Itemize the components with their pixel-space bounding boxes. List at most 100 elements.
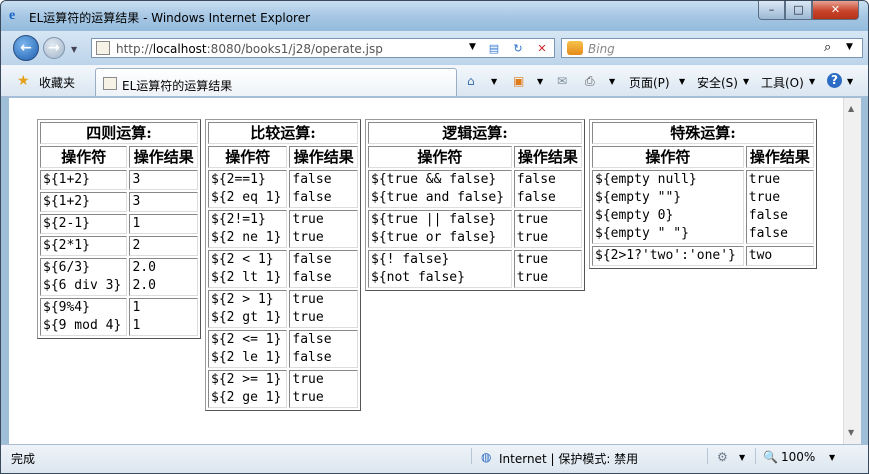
page-icon <box>96 41 110 55</box>
search-dropdown-icon[interactable]: ▼ <box>846 42 853 52</box>
result-text: true <box>292 390 324 405</box>
result-text: false <box>292 190 332 205</box>
tab-label: EL运算符的运算结果 <box>122 79 233 93</box>
table-row: ${6/3} ${6 div 3} 2.0 2.0 <box>40 258 198 296</box>
home-dropdown-icon[interactable]: ▼ <box>491 77 497 86</box>
result-text: 1 <box>132 300 141 315</box>
operator-cell: ${1+2} <box>40 170 128 190</box>
operator-cell: ${2==1} ${2 eq 1} <box>208 170 288 208</box>
zoom-dropdown-icon[interactable]: ▼ <box>829 453 835 462</box>
safety-menu[interactable]: 安全(S) <box>697 74 738 91</box>
scroll-down-icon[interactable]: ▼ <box>848 428 854 437</box>
result-text: false <box>748 208 788 223</box>
column-header-operator: 操作符 <box>208 146 288 168</box>
column-header-result: 操作结果 <box>129 146 198 168</box>
column-header-result: 操作结果 <box>513 146 582 168</box>
result-text: false <box>292 270 332 285</box>
result-cell: true true <box>513 250 582 288</box>
operator-cell: ${empty null} ${empty ""} ${empty 0} ${empt… <box>592 170 744 244</box>
expression-text: ${2!=1} <box>211 212 266 227</box>
compatibility-view-icon[interactable]: ▤ <box>486 41 502 56</box>
expression-text: ${2-1} <box>43 216 90 231</box>
vertical-scrollbar[interactable]: ▲ ▼ <box>843 98 861 444</box>
table-row: ${true || false} ${true or false} true true <box>368 210 582 248</box>
back-button[interactable]: ← <box>13 35 39 61</box>
mail-icon[interactable]: ✉ <box>557 74 567 88</box>
back-arrow-icon: ← <box>20 40 32 56</box>
tools-menu[interactable]: 工具(O) <box>761 74 804 91</box>
window-frame-left <box>1 98 9 444</box>
table-row: ${2 >= 1} ${2 ge 1} true true <box>208 370 358 408</box>
table-row: ${2 > 1} ${2 gt 1} true true <box>208 290 358 328</box>
minimize-button[interactable]: – <box>758 1 785 20</box>
result-cell: 1 <box>129 214 198 234</box>
protected-mode-icon[interactable]: ⚙ <box>717 450 728 464</box>
result-cell: true true false false <box>745 170 814 244</box>
table-row: ${9%4} ${9 mod 4} 1 1 <box>40 298 198 336</box>
history-dropdown-icon[interactable]: ▼ <box>71 45 77 54</box>
protected-dropdown-icon[interactable]: ▼ <box>739 453 745 462</box>
security-zone[interactable]: Internet | 保护模式: 禁用 <box>499 450 638 467</box>
zoom-level[interactable]: 100% <box>781 450 815 464</box>
status-text: 完成 <box>11 452 36 466</box>
column-header-operator: 操作符 <box>40 146 128 168</box>
expression-text: ${true or false} <box>371 230 497 245</box>
expression-text: ${empty 0} <box>595 208 674 223</box>
result-cell: false false <box>513 170 582 208</box>
result-text: 2.0 <box>132 260 156 275</box>
scroll-up-icon[interactable]: ▲ <box>848 104 854 113</box>
expression-text: ${2>1?'two':'one'} <box>595 248 736 263</box>
result-text: true <box>516 230 549 245</box>
result-text: false <box>292 252 332 267</box>
help-dropdown-icon[interactable]: ▼ <box>847 77 853 86</box>
result-text: true <box>292 230 324 245</box>
feeds-dropdown-icon[interactable]: ▼ <box>537 77 543 86</box>
result-text: two <box>748 248 773 263</box>
help-icon[interactable]: ? <box>827 73 842 88</box>
address-url[interactable]: http://localhost:8080/books1/j28/operate… <box>116 42 383 56</box>
page-menu[interactable]: 页面(P) <box>629 74 670 91</box>
address-bar[interactable]: http://localhost:8080/books1/j28/operate… <box>91 38 555 58</box>
table-row: ${1+2} 3 <box>40 192 198 212</box>
close-button[interactable]: ✕ <box>812 1 859 20</box>
print-dropdown-icon[interactable]: ▼ <box>609 77 615 86</box>
bing-logo-icon <box>567 41 583 55</box>
browser-window: e EL运算符的运算结果 - Windows Internet Explorer… <box>0 0 869 474</box>
status-divider <box>707 448 708 464</box>
expression-text: ${2 ne 1} <box>211 230 282 245</box>
operator-cell: ${2>1?'two':'one'} <box>592 246 744 266</box>
expression-text: ${true || false} <box>371 212 497 227</box>
favorites-button[interactable]: ★ 收藏夹 <box>17 73 75 90</box>
expression-text: ${true && false} <box>371 172 497 187</box>
refresh-icon[interactable]: ↻ <box>510 41 526 56</box>
tools-menu-arrow-icon: ▼ <box>809 77 816 86</box>
table-row: ${2-1} 1 <box>40 214 198 234</box>
result-text: false <box>292 350 332 365</box>
table-caption: 特殊运算: <box>592 122 814 144</box>
result-text: false <box>516 172 556 187</box>
stop-icon[interactable]: ✕ <box>534 41 550 56</box>
result-text: 1 <box>132 318 141 333</box>
forward-button[interactable]: → <box>43 37 65 59</box>
maximize-button[interactable]: □ <box>785 1 812 20</box>
table-row: ${! false} ${not false} true true <box>368 250 582 288</box>
table-row: ${2!=1} ${2 ne 1} true true <box>208 210 358 248</box>
tab-current[interactable]: EL运算符的运算结果 <box>95 68 457 96</box>
search-icon[interactable]: ⌕ <box>824 40 831 55</box>
table-row: ${empty null} ${empty ""} ${empty 0} ${empt… <box>592 170 814 244</box>
expression-text: ${empty ""} <box>595 190 682 205</box>
result-cell: 11 <box>129 298 198 336</box>
expression-text: ${1+2} <box>43 172 90 187</box>
forward-arrow-icon: → <box>48 40 60 56</box>
zoom-icon[interactable]: 🔍 <box>763 450 778 464</box>
result-cell: false false <box>289 250 358 288</box>
table-row: ${2 <= 1} ${2 le 1} false false <box>208 330 358 368</box>
print-icon[interactable]: ⎙ <box>585 74 595 89</box>
window-title: EL运算符的运算结果 - Windows Internet Explorer <box>29 11 311 25</box>
feeds-icon[interactable]: ▣ <box>513 74 524 88</box>
search-box[interactable]: Bing ⌕ ▼ <box>561 38 863 58</box>
search-input[interactable]: Bing <box>588 42 615 56</box>
home-icon[interactable]: ⌂ <box>467 74 475 88</box>
address-dropdown-icon[interactable]: ▼ <box>469 42 476 52</box>
result-text: true <box>516 252 549 267</box>
